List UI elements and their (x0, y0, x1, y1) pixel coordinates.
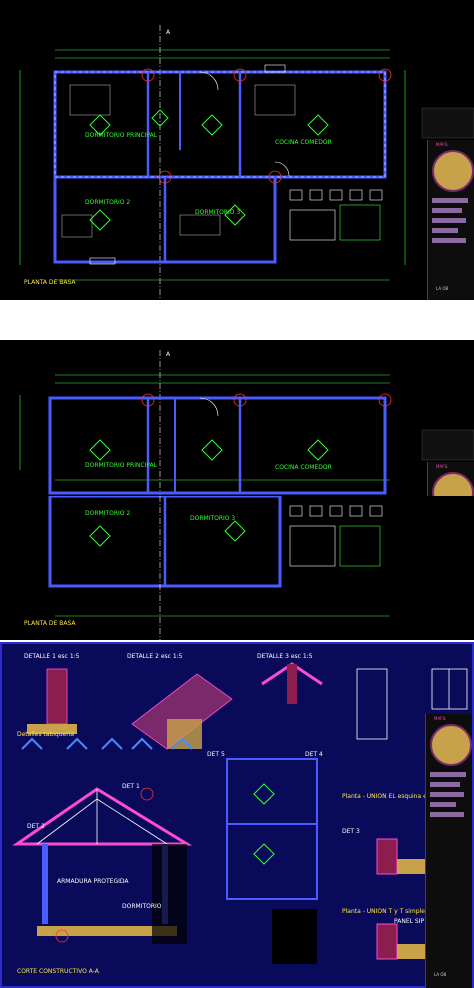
room-label-kitchen: COCINA COMEDOR (275, 139, 332, 146)
grid-axis-label: A (166, 29, 171, 36)
detail-plan-2-title: Planta - UNION T y T simple 1:2 (342, 908, 437, 915)
room-label-dorm3: DORMITORIO 3 (195, 209, 241, 216)
title-bar (432, 218, 466, 223)
detail-3-title: DETALLE 3 esc 1:5 (257, 653, 313, 660)
det-tag-1: DET 1 (122, 783, 140, 790)
section-title: CORTE CONSTRUCTIVO A-A (17, 968, 99, 975)
title-bar (430, 792, 464, 797)
room-label-dorm2: DORMITORIO 2 (85, 199, 131, 206)
floor-plan-sheet-2-lower: DORMITORIO 2 DORMITORIO 3 PLANTA DE BASA (0, 496, 474, 640)
det-tag-3: DET 3 (342, 828, 360, 835)
floor-plan-drawing-2-lower (48, 496, 390, 640)
grid-axis-label-b: A (166, 351, 171, 358)
title-block-foot: LA OB (436, 286, 449, 291)
title-block-foot-c: LA OB (434, 972, 447, 977)
title-block: MAFIL LA OB (427, 140, 474, 300)
room-label-dorm1-b: DORMITORIO PRINCIPAL (85, 462, 158, 469)
room-label-dorm2-b: DORMITORIO 2 (85, 510, 131, 517)
title-bar (430, 772, 466, 777)
logo-seal-c (430, 724, 472, 766)
det-tag-2: DET 2 (27, 823, 45, 830)
title-block-brand: MAFIL (436, 142, 448, 147)
title-bar (432, 238, 466, 243)
title-block-brand-c: MAFIL (434, 716, 446, 721)
title-bar (430, 802, 456, 807)
logo-seal (432, 150, 474, 192)
section-room-label: DORMITORIO (122, 903, 162, 910)
det-tag-4: DET 4 (305, 751, 323, 758)
floor-plan-sheet-1: DORMITORIO PRINCIPAL COCINA COMEDOR DORM… (0, 0, 474, 300)
room-label-dorm1: DORMITORIO PRINCIPAL (85, 132, 158, 139)
details-drawing (12, 662, 468, 964)
title-block-brand-b: MAFIL (436, 464, 448, 469)
details-sheet: DETALLE 1 esc 1:5 DETALLE 2 esc 1:5 DETA… (0, 642, 474, 988)
detail-1-title: DETALLE 1 esc 1:5 (24, 653, 80, 660)
room-label-kitchen-b: COCINA COMEDOR (275, 464, 332, 471)
detail-2-title: DETALLE 2 esc 1:5 (127, 653, 183, 660)
section-label: ARMADURA PROTEGIDA (57, 878, 129, 885)
plan-title: PLANTA DE BASA (24, 279, 76, 286)
detail-tabiqueria-title: Detalles tabiquería (17, 731, 75, 738)
title-bar (430, 812, 464, 817)
floor-plan-drawing-1 (19, 25, 474, 300)
title-bar (432, 198, 468, 203)
title-bar (430, 782, 460, 787)
title-bar (432, 228, 458, 233)
title-bar (432, 208, 462, 213)
room-label-dorm3-b: DORMITORIO 3 (190, 515, 236, 522)
det-tag-5: DET 5 (207, 751, 225, 758)
plan-title-b: PLANTA DE BASA (24, 620, 76, 627)
title-block-c: MAFIL LA OB (425, 714, 472, 988)
